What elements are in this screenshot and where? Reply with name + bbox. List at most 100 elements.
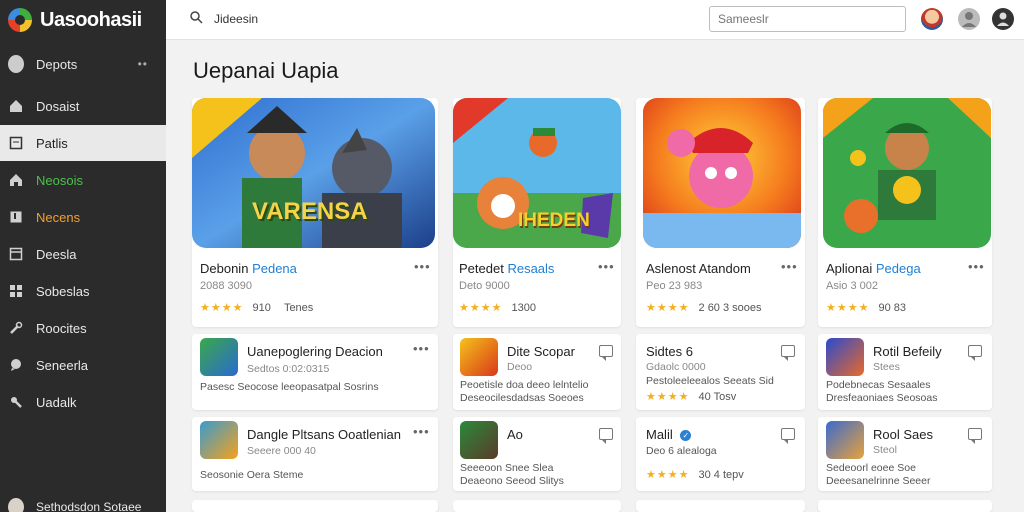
banner-text: IHEDEN [518,210,590,231]
featured-subtitle: Deto 9000 [459,280,510,292]
list-desc: Seeeoon Snee Slea [460,462,554,474]
sidebar-item-label: Patlis [36,135,68,151]
user-avatar[interactable] [921,8,943,30]
more-options-icon[interactable]: ••• [413,341,430,356]
comment-icon[interactable] [781,428,795,444]
list-item[interactable]: Dangle Pltsans Ooatlenian Seeere 000 40 … [192,417,438,491]
featured-card[interactable]: Aplionai Pedega Asio 3 002 ★★★★ 90 83 ••… [818,98,992,327]
featured-card[interactable]: VARENSA Debonin Pedena 2088 3090 ★★★★ 91… [192,98,438,327]
banner-text: VARENSA [252,198,368,225]
home-icon [8,98,24,114]
list-meta: Stees [873,361,900,373]
featured-subtitle: Peo 23 983 [646,280,703,292]
game-thumbnail [460,421,498,459]
sidebar-item-label: Necens [36,209,81,225]
user-avatar-icon [8,55,24,73]
rating: ★★★★ 40 Tosv [646,391,737,403]
sidebar-item-necens[interactable]: Necens [0,199,166,235]
list-item[interactable]: Malil ✓ Deo 6 alealoga ★★★★ 30 4 tepv [636,417,805,491]
rating: ★★★★ 90 83 [826,302,907,314]
list-title: Dite Scopar [507,344,575,359]
profile-icon[interactable] [958,8,980,30]
list-meta: Deo 6 alealoga [646,445,717,457]
list-desc: Pestoleeleealos Seeats Sid [646,375,774,387]
list-desc: Pasesc Seocose leeopasatpal Sosrins [200,381,379,393]
game-thumbnail [200,421,238,459]
star-rating-icon: ★★★★ [646,391,690,403]
search-icon[interactable] [190,11,203,27]
sidebar-item-roocites[interactable]: Roocites [0,310,166,346]
list-item-partial[interactable] [818,500,992,512]
featured-title: Aslenost Atandom [646,261,751,276]
sidebar-item-sobeslas[interactable]: Sobeslas [0,273,166,309]
list-item-partial[interactable] [192,500,438,512]
list-meta: Deoo [507,361,533,373]
rating: ★★★★ 30 4 tepv [646,469,744,481]
list-desc: Podebnecas Sesaales [826,379,931,391]
page-title: Uepanai Uapia [193,58,339,83]
list-title: Uanepoglering Deacion [247,344,383,359]
game-banner-image [823,98,991,248]
brand-name: Uasoohasii [40,8,142,31]
brand[interactable]: Uasoohasii [0,0,166,40]
list-item[interactable]: Uanepoglering Deacion Sedtos 0:02:0315 P… [192,334,438,410]
featured-card[interactable]: IHEDEN Petedet Resaals Deto 9000 ★★★★ 13… [453,98,621,327]
list-item[interactable]: Rotil Befeily Stees Podebnecas Sesaales … [818,334,992,410]
search-input[interactable] [709,6,906,32]
account-icon[interactable] [992,8,1014,30]
sidebar-item-deesla[interactable]: Deesla [0,236,166,272]
comment-icon[interactable] [599,345,613,361]
sidebar-item-seneerla[interactable]: Seneerla [0,347,166,383]
featured-title: Petedet Resaals [459,261,555,276]
game-thumbnail [200,338,238,376]
list-meta: Gdaolc 0000 [646,361,706,373]
list-meta: Steol [873,444,897,456]
more-options-icon[interactable]: ••• [414,259,431,274]
more-options-icon[interactable]: ••• [413,424,430,439]
list-item-partial[interactable] [636,500,805,512]
more-options-icon[interactable]: ••• [968,259,985,274]
sidebar-item-uadalk[interactable]: Uadalk [0,384,166,420]
sidebar-item-label: Seneerla [36,357,89,373]
star-rating-icon: ★★★★ [459,302,503,314]
comment-icon[interactable] [781,345,795,361]
window-icon [8,246,24,262]
more-options-icon[interactable]: ••• [781,259,798,274]
top-search-text[interactable]: Jideesin [214,12,258,26]
sidebar-item-depots[interactable]: Depots •• [0,46,166,82]
list-item[interactable]: Rool Saes Steol Sedeoorl eoee Soe Deeesa… [818,417,992,491]
house-icon [8,172,24,188]
list-desc: Dresfeaoniaes Seosoas [826,392,938,404]
game-thumbnail [460,338,498,376]
top-bar: Jideesin [166,0,1024,40]
rating: ★★★★ 910 Tenes [200,302,314,314]
sidebar-item-patlis[interactable]: Patlis [0,125,166,161]
sidebar-item-label: Roocites [36,320,87,336]
square-icon [8,135,24,151]
game-banner-image [643,98,801,248]
list-meta: Sedtos 0:02:0315 [247,363,330,375]
sidebar-item-label: Neosois [36,172,83,188]
sidebar-footer[interactable]: Sethodsdon Sotaee [0,489,166,512]
list-item[interactable]: Ao Seeeoon Snee Slea Deaeono Seeod Slity… [453,417,621,491]
list-desc: Deeesanelrinne Seeer [826,475,931,487]
featured-card[interactable]: Aslenost Atandom Peo 23 983 ★★★★ 2 60 3 … [636,98,805,327]
comment-icon[interactable] [599,428,613,444]
list-desc: Deaeono Seeod Slitys [460,475,564,487]
list-desc: Seosonie Oera Steme [200,469,304,481]
list-item[interactable]: Sidtes 6 Gdaolc 0000 Pestoleeleealos See… [636,334,805,410]
more-icon[interactable]: •• [138,57,148,71]
sidebar-item-label: Uadalk [36,394,77,410]
list-item[interactable]: Dite Scopar Deoo Peoetisle doa deeo leln… [453,334,621,410]
comment-icon[interactable] [968,428,982,444]
sidebar-item-neosois[interactable]: Neosois [0,162,166,198]
list-item-partial[interactable] [453,500,621,512]
list-title: Sidtes 6 [646,344,693,359]
comment-icon[interactable] [968,345,982,361]
featured-title: Aplionai Pedega [826,261,921,276]
sidebar-item-dosaist[interactable]: Dosaist [0,88,166,124]
more-options-icon[interactable]: ••• [598,259,615,274]
star-rating-icon: ★★★★ [646,469,690,481]
list-title: Dangle Pltsans Ooatlenian [247,427,401,442]
featured-title: Debonin Pedena [200,261,297,276]
